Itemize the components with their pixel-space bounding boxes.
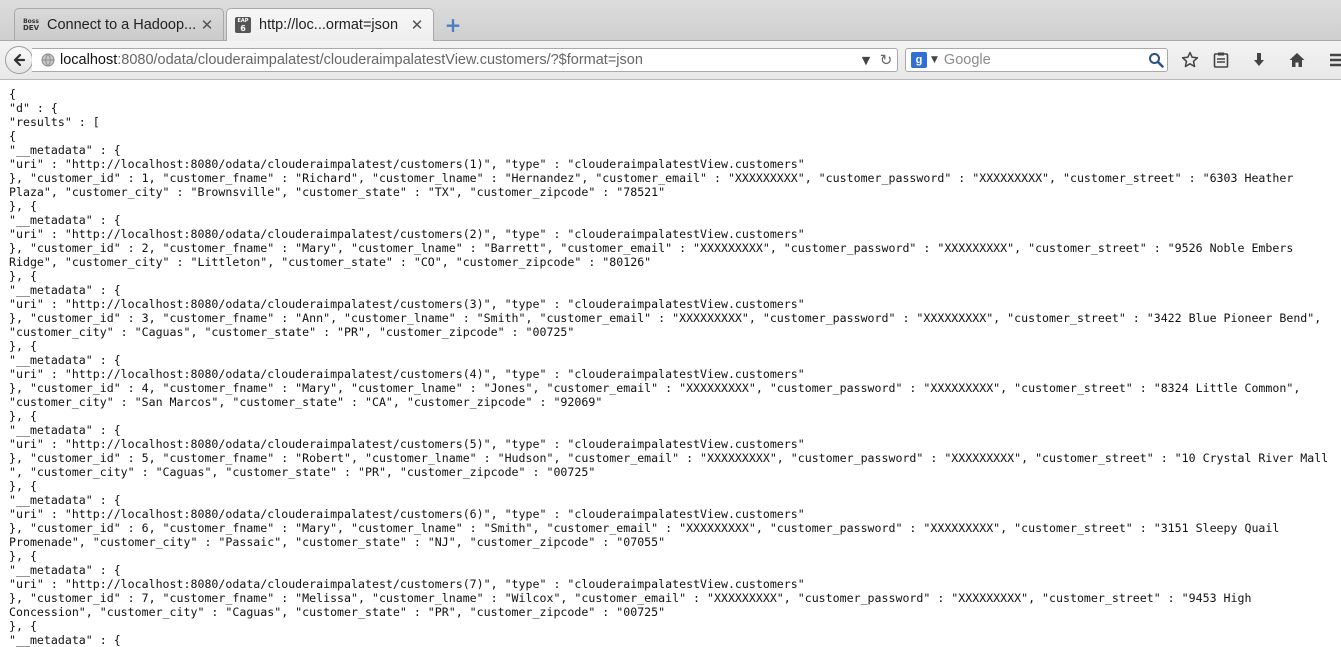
reading-list-button[interactable] bbox=[1210, 49, 1232, 71]
back-button[interactable] bbox=[5, 46, 33, 74]
json-line: "uri" : "http://localhost:8080/odata/clo… bbox=[9, 157, 805, 171]
menu-button[interactable] bbox=[1325, 49, 1341, 71]
google-engine-icon[interactable]: g bbox=[911, 52, 927, 68]
json-line: Concession", "customer_city" : "Caguas",… bbox=[9, 605, 666, 619]
json-document: {"d" : {"results" : [{"__metadata" : {"u… bbox=[0, 80, 1341, 647]
json-line: }, "customer_id" : 2, "customer_fname" :… bbox=[9, 241, 1294, 255]
json-line: }, { bbox=[9, 199, 37, 213]
json-line: }, { bbox=[9, 619, 37, 633]
json-line: { bbox=[9, 87, 16, 101]
json-line: }, { bbox=[9, 269, 37, 283]
json-line: }, "customer_id" : 4, "customer_fname" :… bbox=[9, 381, 1301, 395]
back-arrow-icon bbox=[13, 53, 26, 67]
json-line: Ridge", "customer_city" : "Littleton", "… bbox=[9, 255, 652, 269]
tab-json[interactable]: EAP 6 http://loc...ormat=json ✕ bbox=[226, 8, 434, 41]
bookmark-button[interactable] bbox=[1179, 49, 1201, 71]
url-text[interactable]: localhost:8080/odata/clouderaimpalatest/… bbox=[60, 52, 857, 68]
home-button[interactable] bbox=[1286, 49, 1308, 71]
menu-icon bbox=[1330, 53, 1341, 67]
json-line: { bbox=[9, 129, 16, 143]
json-line: "results" : [ bbox=[9, 115, 100, 129]
json-line: "uri" : "http://localhost:8080/odata/clo… bbox=[9, 367, 805, 381]
json-line: Promenade", "customer_city" : "Passaic",… bbox=[9, 535, 666, 549]
json-line: }, "customer_id" : 3, "customer_fname" :… bbox=[9, 311, 1322, 325]
json-line: "__metadata" : { bbox=[9, 143, 121, 157]
close-icon[interactable]: ✕ bbox=[409, 16, 425, 34]
tab-title: http://loc...ormat=json bbox=[259, 17, 399, 33]
json-line: Plaza", "customer_city" : "Brownsville",… bbox=[9, 185, 666, 199]
json-line: }, { bbox=[9, 479, 37, 493]
url-path: :8080/odata/clouderaimpalatest/clouderai… bbox=[117, 52, 643, 68]
json-line: "uri" : "http://localhost:8080/odata/clo… bbox=[9, 297, 805, 311]
json-line: ", "customer_city" : "Caguas", "customer… bbox=[9, 465, 596, 479]
star-icon bbox=[1181, 51, 1199, 68]
reload-icon[interactable]: ↻ bbox=[875, 51, 897, 69]
search-input[interactable] bbox=[943, 52, 1145, 68]
magnifier-icon bbox=[1149, 53, 1164, 68]
json-line: }, { bbox=[9, 409, 37, 423]
tab-hadoop[interactable]: Boss DEV Connect to a Hadoop... ✕ bbox=[14, 8, 224, 40]
json-line: "__metadata" : { bbox=[9, 563, 121, 577]
download-icon bbox=[1254, 53, 1264, 66]
chevron-down-icon[interactable]: ▼ bbox=[857, 54, 875, 67]
json-line: "uri" : "http://localhost:8080/odata/clo… bbox=[9, 507, 805, 521]
plus-icon[interactable]: + bbox=[442, 14, 464, 36]
json-line: }, { bbox=[9, 549, 37, 563]
eap-favicon-icon: EAP 6 bbox=[235, 17, 251, 33]
json-line: "uri" : "http://localhost:8080/odata/clo… bbox=[9, 227, 805, 241]
json-line: "__metadata" : { bbox=[9, 493, 121, 507]
json-line: "uri" : "http://localhost:8080/odata/clo… bbox=[9, 577, 805, 591]
json-line: }, "customer_id" : 5, "customer_fname" :… bbox=[9, 451, 1329, 465]
json-line: "__metadata" : { bbox=[9, 353, 121, 367]
tab-title: Connect to a Hadoop... bbox=[47, 16, 197, 33]
json-line: "d" : { bbox=[9, 101, 58, 115]
clipboard-icon bbox=[1213, 52, 1229, 68]
search-bar[interactable]: g ▼ bbox=[905, 48, 1168, 72]
downloads-button[interactable] bbox=[1248, 49, 1270, 71]
json-line: "__metadata" : { bbox=[9, 633, 121, 647]
url-host: localhost bbox=[60, 52, 118, 68]
json-line: "customer_city" : "Caguas", "customer_st… bbox=[9, 325, 575, 339]
json-line: }, "customer_id" : 7, "customer_fname" :… bbox=[9, 591, 1252, 605]
globe-icon bbox=[41, 53, 55, 67]
url-bar[interactable]: localhost:8080/odata/clouderaimpalatest/… bbox=[32, 48, 898, 72]
home-icon bbox=[1289, 53, 1305, 67]
jboss-dev-favicon-icon: Boss DEV bbox=[23, 17, 39, 33]
json-line: }, "customer_id" : 6, "customer_fname" :… bbox=[9, 521, 1280, 535]
tab-strip: Boss DEV Connect to a Hadoop... ✕ EAP 6 … bbox=[0, 0, 1341, 41]
close-icon[interactable]: ✕ bbox=[199, 16, 215, 34]
json-line: }, { bbox=[9, 339, 37, 353]
json-line: "__metadata" : { bbox=[9, 423, 121, 437]
page-content: {"d" : {"results" : [{"__metadata" : {"u… bbox=[0, 80, 1341, 647]
json-line: "uri" : "http://localhost:8080/odata/clo… bbox=[9, 437, 805, 451]
navigation-toolbar: localhost:8080/odata/clouderaimpalatest/… bbox=[0, 41, 1341, 80]
favicon-text-bottom: DEV bbox=[23, 23, 40, 32]
json-line: "__metadata" : { bbox=[9, 283, 121, 297]
json-line: "__metadata" : { bbox=[9, 213, 121, 227]
favicon-text-bottom: 6 bbox=[240, 24, 246, 33]
chevron-down-icon[interactable]: ▼ bbox=[931, 55, 938, 65]
search-button[interactable] bbox=[1145, 52, 1167, 68]
json-line: }, "customer_id" : 1, "customer_fname" :… bbox=[9, 171, 1294, 185]
json-line: "customer_city" : "San Marcos", "custome… bbox=[9, 395, 603, 409]
